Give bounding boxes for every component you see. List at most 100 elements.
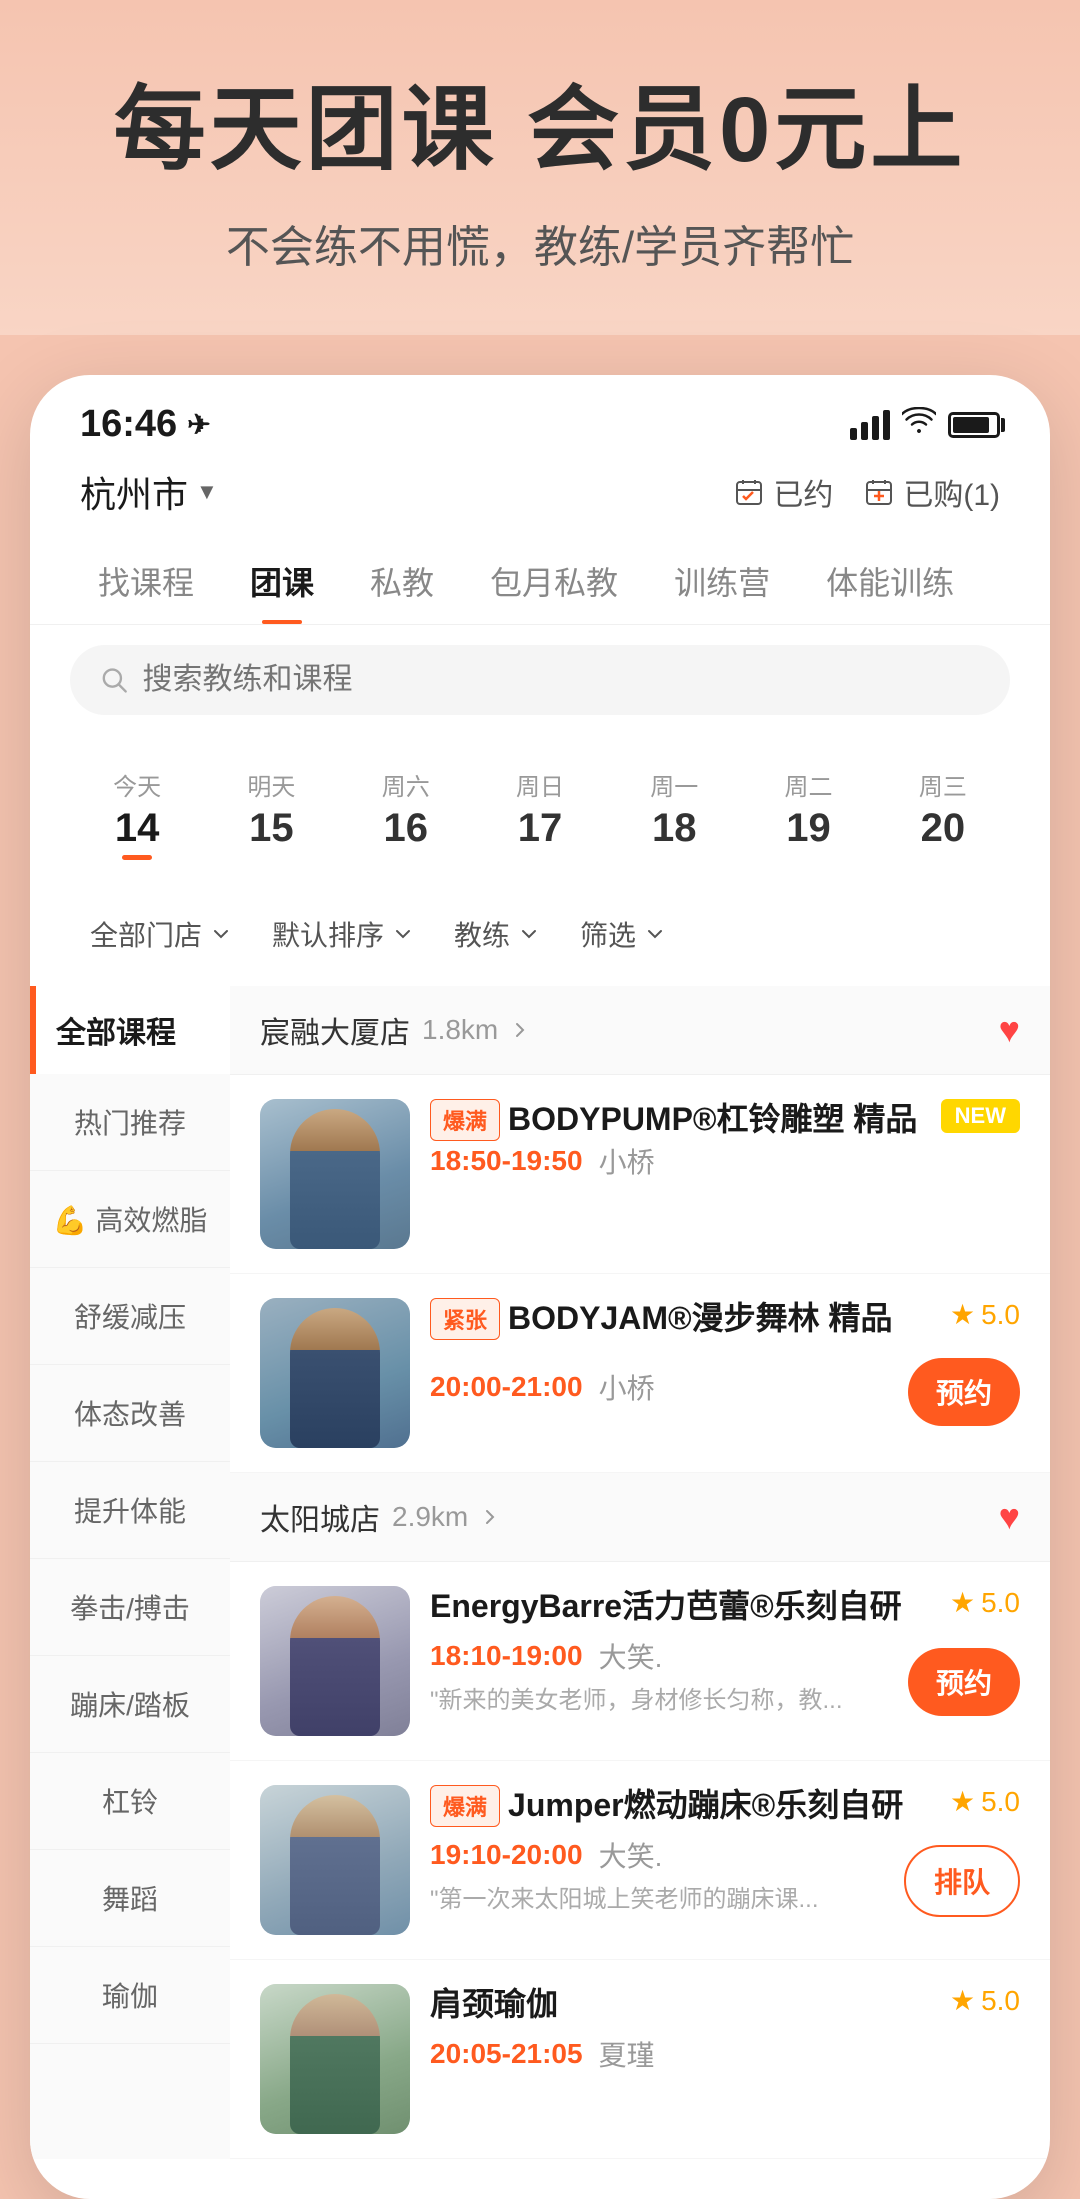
course-card-3: EnergyBarre活力芭蕾®乐刻自研 ★5.0 18:10-19:00 大笑… [230, 1562, 1050, 1761]
course-5-action-row: 20:05-21:05 夏瑾 [430, 2034, 1020, 2074]
sidebar-item-fitness[interactable]: 提升体能 [30, 1462, 230, 1559]
sidebar-item-dance[interactable]: 舞蹈 [30, 1850, 230, 1947]
sidebar-item-posture[interactable]: 体态改善 [30, 1365, 230, 1462]
hero-title: 每天团课 会员0元上 [60, 80, 1020, 181]
date-mon[interactable]: 周一 18 [607, 755, 741, 872]
course-4-name: Jumper燃动蹦床®乐刻自研 [508, 1785, 903, 1827]
trainer-dropdown-icon [518, 923, 540, 945]
location-selector[interactable]: 杭州市 ▼ [80, 466, 218, 518]
date-sat[interactable]: 周六 16 [339, 755, 473, 872]
purchased-button[interactable]: 已购(1) [863, 470, 1000, 514]
store-1-favorite[interactable]: ♥ [999, 1009, 1020, 1051]
course-2-time-row: 20:00-21:00 小桥 [430, 1367, 655, 1407]
course-2-action-row: 20:00-21:00 小桥 预约 [430, 1348, 1020, 1426]
course-1-teacher: 小桥 [599, 1141, 655, 1181]
course-5-info: 肩颈瑜伽 ★5.0 20:05-21:05 夏瑾 [430, 1984, 1020, 2074]
content-area: 全部课程 热门推荐 💪 高效燃脂 舒缓减压 体态改善 提升体能 拳击/搏击 蹦床… [30, 986, 1050, 2159]
course-3-name: EnergyBarre活力芭蕾®乐刻自研 [430, 1586, 902, 1628]
status-bar: 16:46 ✈ [30, 375, 1050, 456]
store-2-header: 太阳城店 2.9km ♥ [230, 1473, 1050, 1562]
course-1-thumbnail [260, 1099, 410, 1249]
sidebar-item-barbell[interactable]: 杠铃 [30, 1753, 230, 1850]
course-card-1: 爆满 BODYPUMP®杠铃雕塑 精品 NEW 18:50-19:50 小桥 [230, 1075, 1050, 1274]
sidebar-item-popular[interactable]: 热门推荐 [30, 1074, 230, 1171]
course-4-queue-button[interactable]: 排队 [904, 1845, 1020, 1917]
tab-monthly-trainer[interactable]: 包月私教 [462, 538, 646, 624]
tab-training-camp[interactable]: 训练营 [646, 538, 798, 624]
store-arrow-icon [510, 1020, 530, 1040]
date-tue[interactable]: 周二 19 [741, 755, 875, 872]
filter-sort[interactable]: 默认排序 [252, 902, 434, 966]
course-3-title-row: EnergyBarre活力芭蕾®乐刻自研 ★5.0 [430, 1586, 1020, 1628]
course-4-thumbnail [260, 1785, 410, 1935]
course-2-book-button[interactable]: 预约 [908, 1358, 1020, 1426]
store-2-arrow-icon [480, 1507, 500, 1527]
store-2-favorite[interactable]: ♥ [999, 1496, 1020, 1538]
date-wed[interactable]: 周三 20 [876, 755, 1010, 872]
course-4-teacher: 大笑. [599, 1835, 663, 1875]
tab-group-class[interactable]: 团课 [222, 538, 342, 624]
course-1-tags: 爆满 BODYPUMP®杠铃雕塑 精品 [430, 1099, 931, 1141]
search-bar[interactable] [70, 645, 1010, 715]
course-4-tags: 爆满 Jumper燃动蹦床®乐刻自研 [430, 1785, 940, 1827]
course-1-title-row: 爆满 BODYPUMP®杠铃雕塑 精品 NEW [430, 1099, 1020, 1141]
course-card-4: 爆满 Jumper燃动蹦床®乐刻自研 ★5.0 19:10-20:00 大笑. [230, 1761, 1050, 1960]
course-3-book-button[interactable]: 预约 [908, 1648, 1020, 1716]
course-1-name: BODYPUMP®杠铃雕塑 精品 [508, 1099, 917, 1141]
course-4-info: 爆满 Jumper燃动蹦床®乐刻自研 ★5.0 19:10-20:00 大笑. [430, 1785, 1020, 1917]
course-5-title-row: 肩颈瑜伽 ★5.0 [430, 1984, 1020, 2026]
course-3-info: EnergyBarre活力芭蕾®乐刻自研 ★5.0 18:10-19:00 大笑… [430, 1586, 1020, 1717]
course-2-name: BODYJAM®漫步舞林 精品 [508, 1298, 893, 1340]
course-card-5: 肩颈瑜伽 ★5.0 20:05-21:05 夏瑾 [230, 1960, 1050, 2159]
filter-dropdown-icon [210, 923, 232, 945]
course-card-2: 紧张 BODYJAM®漫步舞林 精品 ★5.0 20:00-21:00 小桥 预… [230, 1274, 1050, 1473]
hero-subtitle: 不会练不用慌，教练/学员齐帮忙 [60, 211, 1020, 275]
course-4-title-row: 爆满 Jumper燃动蹦床®乐刻自研 ★5.0 [430, 1785, 1020, 1827]
date-tomorrow[interactable]: 明天 15 [204, 755, 338, 872]
course-3-action-row: 18:10-19:00 大笑. "新来的美女老师，身材修长匀称，教... 预约 [430, 1636, 1020, 1718]
course-3-rating: ★5.0 [950, 1586, 1020, 1619]
course-2-tag-tight: 紧张 [430, 1298, 500, 1340]
course-2-info: 紧张 BODYJAM®漫步舞林 精品 ★5.0 20:00-21:00 小桥 预… [430, 1298, 1020, 1426]
store-2-name[interactable]: 太阳城店 2.9km [260, 1495, 500, 1539]
phone-shell: 16:46 ✈ 杭 [30, 375, 1050, 2199]
course-2-teacher: 小桥 [599, 1367, 655, 1407]
tab-fitness-training[interactable]: 体能训练 [798, 538, 982, 624]
sidebar-item-boxing[interactable]: 拳击/搏击 [30, 1559, 230, 1656]
sidebar-item-stress-relief[interactable]: 舒缓减压 [30, 1268, 230, 1365]
sort-dropdown-icon [392, 923, 414, 945]
sidebar-item-yoga[interactable]: 瑜伽 [30, 1947, 230, 2044]
course-1-new-badge: NEW [941, 1099, 1020, 1133]
course-2-rating: ★5.0 [950, 1298, 1020, 1331]
filter-trainer[interactable]: 教练 [434, 902, 560, 966]
store-1-header: 宸融大厦店 1.8km ♥ [230, 986, 1050, 1075]
course-1-time: 18:50-19:50 [430, 1145, 583, 1177]
sidebar-item-trampoline[interactable]: 蹦床/踏板 [30, 1656, 230, 1753]
course-1-info: 爆满 BODYPUMP®杠铃雕塑 精品 NEW 18:50-19:50 小桥 [430, 1099, 1020, 1181]
course-3-time: 18:10-19:00 [430, 1640, 583, 1672]
course-4-time: 19:10-20:00 [430, 1839, 583, 1871]
course-2-tags: 紧张 BODYJAM®漫步舞林 精品 [430, 1298, 940, 1340]
course-list: 宸融大厦店 1.8km ♥ 爆满 BODYPUMP® [230, 986, 1050, 2159]
date-today[interactable]: 今天 14 [70, 755, 204, 872]
search-icon [100, 665, 129, 695]
course-5-rating: ★5.0 [950, 1984, 1020, 2017]
sidebar-item-fat-burn[interactable]: 💪 高效燃脂 [30, 1171, 230, 1268]
course-5-time: 20:05-21:05 [430, 2038, 583, 2070]
filter-all-stores[interactable]: 全部门店 [70, 902, 252, 966]
tab-find-course[interactable]: 找课程 [70, 538, 222, 624]
more-filter-dropdown-icon [644, 923, 666, 945]
course-1-time-row: 18:50-19:50 小桥 [430, 1141, 1020, 1181]
location-dropdown-arrow: ▼ [196, 479, 218, 505]
booked-button[interactable]: 已约 [733, 470, 833, 514]
course-4-rating: ★5.0 [950, 1785, 1020, 1818]
store-1-name[interactable]: 宸融大厦店 1.8km [260, 1008, 530, 1052]
tab-personal-trainer[interactable]: 私教 [342, 538, 462, 624]
top-actions: 已约 已购(1) [733, 470, 1000, 514]
course-1-tag-full: 爆满 [430, 1099, 500, 1141]
tab-navigation: 找课程 团课 私教 包月私教 训练营 体能训练 [30, 538, 1050, 625]
navigation-icon: ✈ [187, 408, 210, 441]
date-sun[interactable]: 周日 17 [473, 755, 607, 872]
filter-more[interactable]: 筛选 [560, 902, 686, 966]
search-input[interactable] [143, 663, 980, 697]
